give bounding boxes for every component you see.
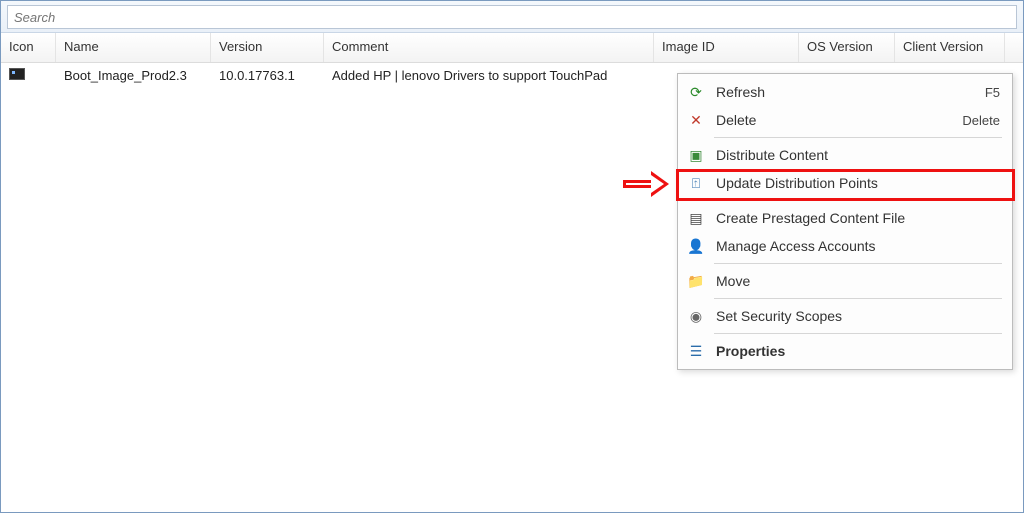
- menu-properties-label: Properties: [716, 343, 1000, 359]
- search-input[interactable]: [7, 5, 1017, 29]
- col-header-os-version[interactable]: OS Version: [799, 33, 895, 62]
- menu-move[interactable]: 📁 Move: [680, 267, 1010, 295]
- menu-prestage-label: Create Prestaged Content File: [716, 210, 1000, 226]
- row-name: Boot_Image_Prod2.3: [56, 68, 211, 83]
- annotation-arrow: [623, 173, 675, 199]
- boot-image-icon: [9, 68, 25, 80]
- update-dp-icon: ⍐: [686, 173, 706, 193]
- menu-delete-label: Delete: [716, 112, 962, 128]
- row-version: 10.0.17763.1: [211, 68, 324, 83]
- menu-scopes-label: Set Security Scopes: [716, 308, 1000, 324]
- menu-separator: [714, 298, 1002, 299]
- menu-separator: [714, 200, 1002, 201]
- menu-distribute-label: Distribute Content: [716, 147, 1000, 163]
- col-header-comment[interactable]: Comment: [324, 33, 654, 62]
- console-window: Icon Name Version Comment Image ID OS Ve…: [0, 0, 1024, 513]
- menu-refresh[interactable]: ⟳ Refresh F5: [680, 78, 1010, 106]
- menu-properties[interactable]: ☰ Properties: [680, 337, 1010, 365]
- properties-icon: ☰: [686, 341, 706, 361]
- menu-distribute-content[interactable]: ▣ Distribute Content: [680, 141, 1010, 169]
- col-header-name[interactable]: Name: [56, 33, 211, 62]
- accounts-icon: 👤: [686, 236, 706, 256]
- refresh-icon: ⟳: [686, 82, 706, 102]
- col-header-image-id[interactable]: Image ID: [654, 33, 799, 62]
- menu-refresh-accel: F5: [985, 85, 1000, 100]
- menu-set-security-scopes[interactable]: ◉ Set Security Scopes: [680, 302, 1010, 330]
- menu-manage-access-accounts[interactable]: 👤 Manage Access Accounts: [680, 232, 1010, 260]
- table-header: Icon Name Version Comment Image ID OS Ve…: [1, 33, 1023, 63]
- menu-delete-accel: Delete: [962, 113, 1000, 128]
- row-icon-cell: [1, 66, 56, 85]
- col-header-icon[interactable]: Icon: [1, 33, 56, 62]
- distribute-icon: ▣: [686, 145, 706, 165]
- menu-separator: [714, 333, 1002, 334]
- context-menu: ⟳ Refresh F5 ✕ Delete Delete ▣ Distribut…: [677, 73, 1013, 370]
- menu-accounts-label: Manage Access Accounts: [716, 238, 1000, 254]
- menu-move-label: Move: [716, 273, 1000, 289]
- search-bar: [1, 1, 1023, 33]
- menu-update-distribution-points[interactable]: ⍐ Update Distribution Points: [680, 169, 1010, 197]
- menu-delete[interactable]: ✕ Delete Delete: [680, 106, 1010, 134]
- menu-separator: [714, 137, 1002, 138]
- security-scope-icon: ◉: [686, 306, 706, 326]
- delete-icon: ✕: [686, 110, 706, 130]
- menu-create-prestaged[interactable]: ▤ Create Prestaged Content File: [680, 204, 1010, 232]
- prestaged-file-icon: ▤: [686, 208, 706, 228]
- menu-update-label: Update Distribution Points: [716, 175, 1000, 191]
- menu-separator: [714, 263, 1002, 264]
- col-header-version[interactable]: Version: [211, 33, 324, 62]
- row-comment: Added HP | lenovo Drivers to support Tou…: [324, 68, 654, 83]
- move-icon: 📁: [686, 271, 706, 291]
- menu-refresh-label: Refresh: [716, 84, 985, 100]
- col-header-client-version[interactable]: Client Version: [895, 33, 1005, 62]
